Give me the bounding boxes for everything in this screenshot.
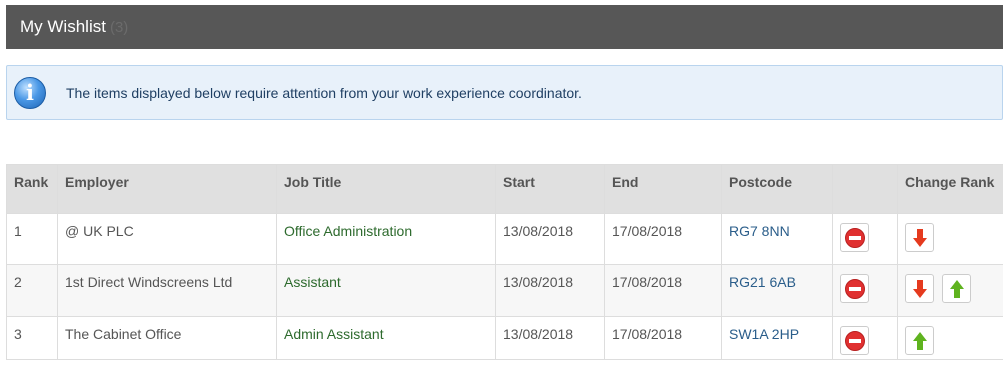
wishlist-header: My Wishlist (3) (6, 5, 1003, 49)
rank-up-button[interactable] (942, 274, 971, 303)
remove-button[interactable] (840, 274, 869, 303)
wishlist-count: (3) (109, 18, 129, 36)
end-date-cell: 17/08/2018 (604, 213, 722, 265)
rank-cell: 1 (6, 213, 58, 265)
remove-button[interactable] (840, 223, 869, 252)
actions-cell (832, 316, 898, 360)
table-row: 3 The Cabinet Office Admin Assistant 13/… (6, 316, 1003, 360)
postcode-link[interactable]: RG7 8NN (721, 213, 833, 265)
job-title-link[interactable]: Assistant (276, 264, 496, 317)
employer-cell: The Cabinet Office (57, 316, 277, 360)
remove-icon (844, 330, 865, 351)
start-date-cell: 13/08/2018 (495, 213, 605, 265)
table-row: 2 1st Direct Windscreens Ltd Assistant 1… (6, 264, 1003, 317)
start-date-cell: 13/08/2018 (495, 264, 605, 317)
employer-cell: 1st Direct Windscreens Ltd (57, 264, 277, 317)
end-date-cell: 17/08/2018 (604, 264, 722, 317)
change-rank-cell (897, 264, 1003, 317)
postcode-link[interactable]: SW1A 2HP (721, 316, 833, 360)
arrow-down-icon (912, 228, 927, 247)
actions-cell (832, 213, 898, 265)
col-header-employer: Employer (57, 164, 277, 214)
change-rank-cell (897, 213, 1003, 265)
end-date-cell: 17/08/2018 (604, 316, 722, 360)
rank-down-button[interactable] (905, 223, 934, 252)
change-rank-cell (897, 316, 1003, 360)
col-header-change-rank: Change Rank (897, 164, 1003, 214)
col-header-actions (832, 164, 898, 214)
rank-cell: 3 (6, 316, 58, 360)
rank-up-button[interactable] (905, 326, 934, 355)
actions-cell (832, 264, 898, 317)
table-row: 1 @ UK PLC Office Administration 13/08/2… (6, 213, 1003, 265)
employer-cell: @ UK PLC (57, 213, 277, 265)
col-header-job-title: Job Title (276, 164, 496, 214)
alert-message: The items displayed below require attent… (66, 84, 582, 101)
arrow-up-icon (912, 331, 927, 350)
rank-down-button[interactable] (905, 274, 934, 303)
wishlist-table: Rank Employer Job Title Start End Postco… (6, 164, 1003, 360)
table-header-row: Rank Employer Job Title Start End Postco… (6, 164, 1003, 214)
page-title: My Wishlist (20, 17, 106, 36)
arrow-down-icon (912, 279, 927, 298)
remove-button[interactable] (840, 326, 869, 355)
col-header-rank: Rank (6, 164, 58, 214)
remove-icon (844, 227, 865, 248)
postcode-link[interactable]: RG21 6AB (721, 264, 833, 317)
info-icon: i (14, 76, 46, 109)
col-header-start: Start (495, 164, 605, 214)
col-header-postcode: Postcode (721, 164, 833, 214)
job-title-link[interactable]: Admin Assistant (276, 316, 496, 360)
job-title-link[interactable]: Office Administration (276, 213, 496, 265)
arrow-up-icon (949, 279, 964, 298)
col-header-end: End (604, 164, 722, 214)
start-date-cell: 13/08/2018 (495, 316, 605, 360)
rank-cell: 2 (6, 264, 58, 317)
attention-alert: i The items displayed below require atte… (6, 65, 1003, 120)
remove-icon (844, 278, 865, 299)
